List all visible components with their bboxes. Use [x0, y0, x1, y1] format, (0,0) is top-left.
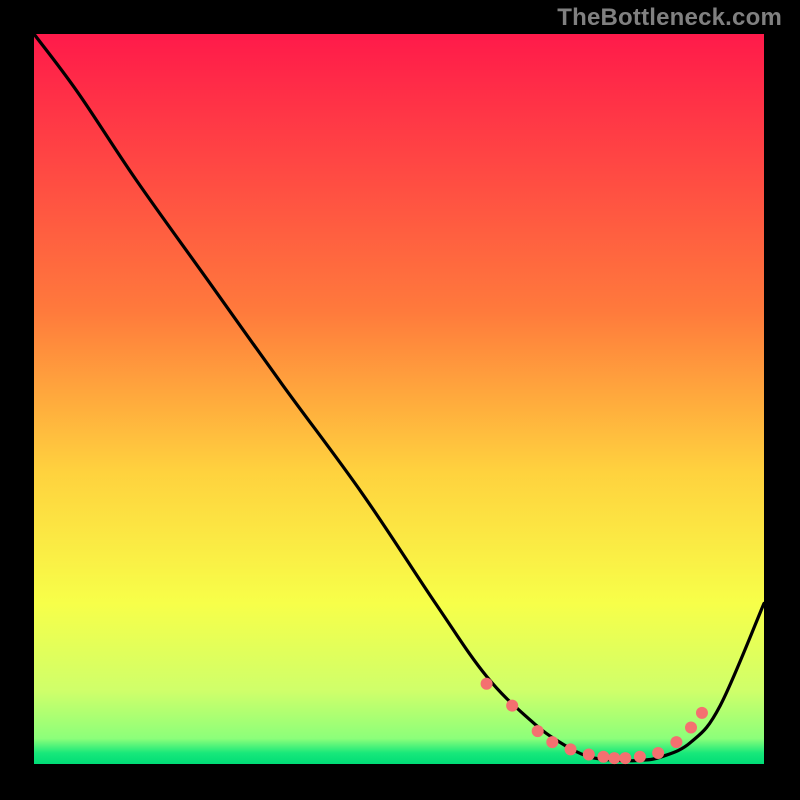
marker-dot: [546, 736, 558, 748]
plot-gradient-bg: [34, 34, 764, 764]
marker-dot: [583, 749, 595, 761]
watermark: TheBottleneck.com: [557, 4, 782, 32]
marker-dot: [481, 678, 493, 690]
marker-dot: [652, 747, 664, 759]
marker-dot: [565, 743, 577, 755]
marker-dot: [670, 736, 682, 748]
marker-dot: [597, 751, 609, 763]
marker-dot: [696, 707, 708, 719]
marker-dot: [506, 700, 518, 712]
chart-svg: [0, 0, 800, 800]
marker-dot: [619, 752, 631, 764]
marker-dot: [532, 725, 544, 737]
marker-dot: [685, 722, 697, 734]
marker-dot: [634, 751, 646, 763]
marker-dot: [608, 752, 620, 764]
chart-frame: TheBottleneck.com: [0, 0, 800, 800]
